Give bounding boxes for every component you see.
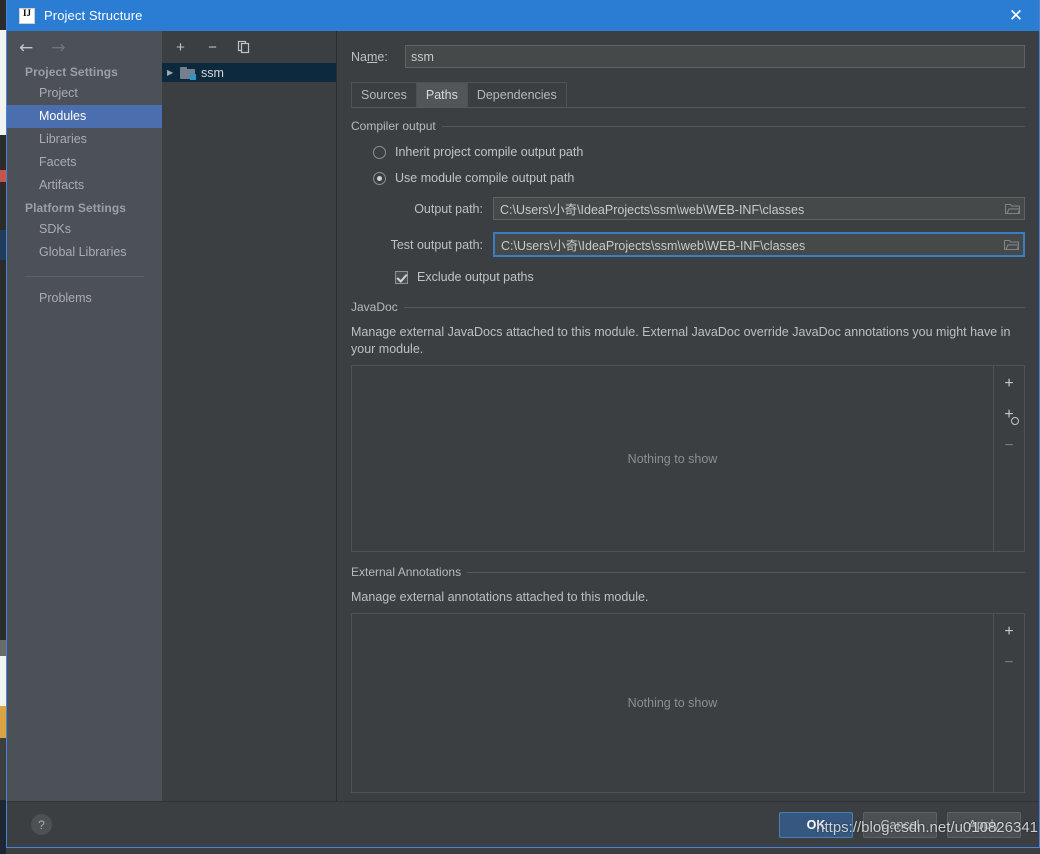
module-name-input[interactable] (405, 45, 1025, 68)
external-annotations-list-actions: + − (994, 614, 1024, 792)
tab-divider (351, 107, 1025, 108)
module-tree-list: ▶ ssm (162, 60, 336, 801)
tab-sources[interactable]: Sources (351, 82, 417, 107)
close-icon[interactable]: ✕ (993, 0, 1039, 31)
test-output-path-row: Test output path: C:\Users\小奇\IdeaProjec… (351, 232, 1025, 257)
test-output-path-field[interactable]: C:\Users\小奇\IdeaProjects\ssm\web\WEB-INF… (493, 232, 1025, 257)
output-path-row: Output path: C:\Users\小奇\IdeaProjects\ss… (351, 197, 1025, 220)
sidebar-item-modules[interactable]: Modules (7, 105, 162, 128)
sidebar-item-libraries[interactable]: Libraries (7, 128, 162, 151)
sidebar-item-project[interactable]: Project (7, 82, 162, 105)
add-javadoc-button[interactable]: + (1000, 376, 1018, 392)
remove-module-icon[interactable]: − (205, 40, 220, 55)
external-annotations-section: External Annotations (351, 565, 1025, 579)
use-module-output-path-option[interactable]: Use module compile output path (373, 171, 1025, 185)
radio-icon[interactable] (373, 171, 386, 185)
sidebar-item-facets[interactable]: Facets (7, 151, 162, 174)
javadoc-title: JavaDoc (351, 300, 404, 314)
dialog-body: ← → Project Settings Project Modules Lib… (7, 31, 1039, 801)
sidebar-divider (25, 276, 144, 277)
external-annotations-description: Manage external annotations attached to … (351, 590, 649, 604)
radio-icon[interactable] (373, 145, 386, 159)
use-module-output-path-label: Use module compile output path (395, 171, 575, 185)
compiler-output-section: Compiler output (351, 119, 1025, 133)
add-javadoc-url-button[interactable]: + (1000, 407, 1019, 425)
help-icon[interactable]: ? (31, 814, 52, 835)
add-annotation-button[interactable]: + (1000, 624, 1018, 640)
checkbox-icon[interactable] (395, 270, 408, 284)
tab-dependencies[interactable]: Dependencies (466, 82, 567, 107)
expand-arrow-icon[interactable]: ▶ (167, 68, 180, 77)
add-module-icon[interactable]: + (173, 40, 188, 55)
module-tree-toolbar: + − (162, 34, 336, 60)
sidebar-item-artifacts[interactable]: Artifacts (7, 174, 162, 197)
javadoc-list[interactable]: Nothing to show (352, 366, 994, 551)
folder-icon[interactable] (999, 234, 1023, 255)
module-name-label: Name: (351, 49, 388, 64)
output-path-label: Output path: (414, 201, 483, 216)
output-path-field[interactable]: C:\Users\小奇\IdeaProjects\ssm\web\WEB-INF… (493, 197, 1025, 220)
exclude-output-paths-label: Exclude output paths (417, 270, 534, 284)
remove-annotation-button[interactable]: − (1000, 655, 1018, 671)
tree-node-label: ssm (201, 65, 224, 80)
watermark-text: https://blog.csdn.net/u010826341 (816, 819, 1038, 836)
module-settings-pane: Name: Sources Paths Dependencies Compile… (337, 31, 1039, 801)
external-annotations-title: External Annotations (351, 565, 468, 579)
forward-arrow-icon[interactable]: → (51, 39, 65, 57)
settings-sidebar: ← → Project Settings Project Modules Lib… (7, 31, 162, 801)
module-folder-icon (180, 66, 196, 80)
intellij-idea-icon (19, 7, 35, 24)
inherit-output-path-label: Inherit project compile output path (395, 145, 584, 159)
exclude-output-paths-option[interactable]: Exclude output paths (395, 270, 1025, 284)
folder-icon[interactable] (1000, 198, 1024, 219)
dialog-titlebar: Project Structure ✕ (7, 0, 1039, 31)
nav-group-project-settings: Project Settings (25, 65, 118, 79)
copy-module-icon[interactable] (237, 40, 252, 54)
javadoc-section: JavaDoc (351, 300, 1025, 314)
output-path-value: C:\Users\小奇\IdeaProjects\ssm\web\WEB-INF… (500, 203, 805, 217)
module-name-row: Name: (351, 45, 1025, 68)
javadoc-description: Manage external JavaDocs attached to thi… (351, 325, 1011, 356)
globe-icon (1011, 417, 1019, 425)
module-tree-panel: + − ▶ ssm (162, 31, 337, 801)
nav-group-platform-settings: Platform Settings (25, 201, 127, 215)
javadoc-list-container: Nothing to show + + − (351, 365, 1025, 552)
dialog-title: Project Structure (44, 8, 143, 23)
sidebar-item-sdks[interactable]: SDKs (7, 218, 162, 241)
sidebar-item-global-libraries[interactable]: Global Libraries (7, 241, 162, 264)
tree-row[interactable]: ▶ ssm (162, 63, 336, 82)
javadoc-list-actions: + + − (994, 366, 1024, 551)
sidebar-item-problems[interactable]: Problems (7, 287, 162, 310)
inherit-output-path-option[interactable]: Inherit project compile output path (373, 145, 1025, 159)
tab-paths[interactable]: Paths (415, 82, 468, 107)
compiler-output-title: Compiler output (351, 119, 442, 133)
test-output-path-value: C:\Users\小奇\IdeaProjects\ssm\web\WEB-INF… (501, 239, 806, 253)
module-tabs: Sources Paths Dependencies (351, 82, 1025, 107)
test-output-path-label: Test output path: (390, 237, 483, 252)
external-annotations-list[interactable]: Nothing to show (352, 614, 994, 792)
remove-javadoc-button[interactable]: − (1000, 438, 1018, 454)
external-annotations-list-container: Nothing to show + − (351, 613, 1025, 793)
project-structure-dialog: Project Structure ✕ ← → Project Settings… (6, 0, 1040, 848)
sidebar-nav-arrows: ← → (7, 35, 162, 61)
back-arrow-icon[interactable]: ← (19, 39, 33, 57)
